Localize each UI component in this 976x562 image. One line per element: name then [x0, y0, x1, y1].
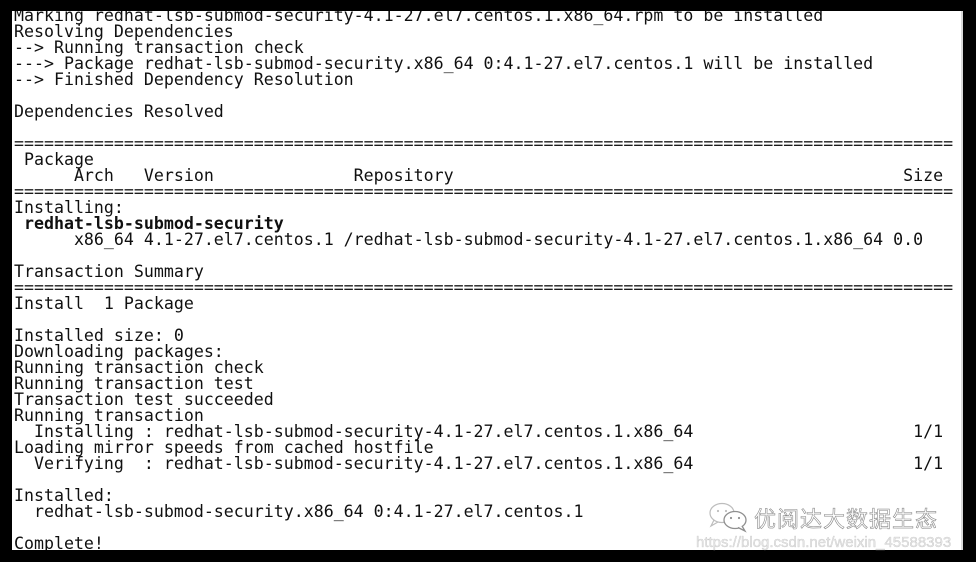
terminal-output: Marking redhat-lsb-submod-security-4.1-2… [14, 11, 953, 550]
separator-line: ========================================… [14, 182, 954, 201]
terminal-line: redhat-lsb-submod-security.x86_64 0:4.1-… [14, 502, 584, 521]
terminal-line: Complete! [14, 534, 104, 550]
terminal-line: x86_64 4.1-27.el7.centos.1 /redhat-lsb-s… [14, 230, 924, 249]
terminal-line: Verifying : redhat-lsb-submod-security-4… [14, 454, 944, 473]
terminal-line: Dependencies Resolved [14, 102, 224, 121]
terminal-line: --> Finished Dependency Resolution [14, 70, 354, 89]
separator-line: ========================================… [14, 134, 954, 153]
terminal-window[interactable]: Marking redhat-lsb-submod-security-4.1-2… [12, 11, 963, 550]
terminal-scrollbar-edge [961, 11, 963, 550]
terminal-line: Install 1 Package [14, 294, 194, 313]
screenshot-frame: Marking redhat-lsb-submod-security-4.1-2… [0, 0, 976, 562]
